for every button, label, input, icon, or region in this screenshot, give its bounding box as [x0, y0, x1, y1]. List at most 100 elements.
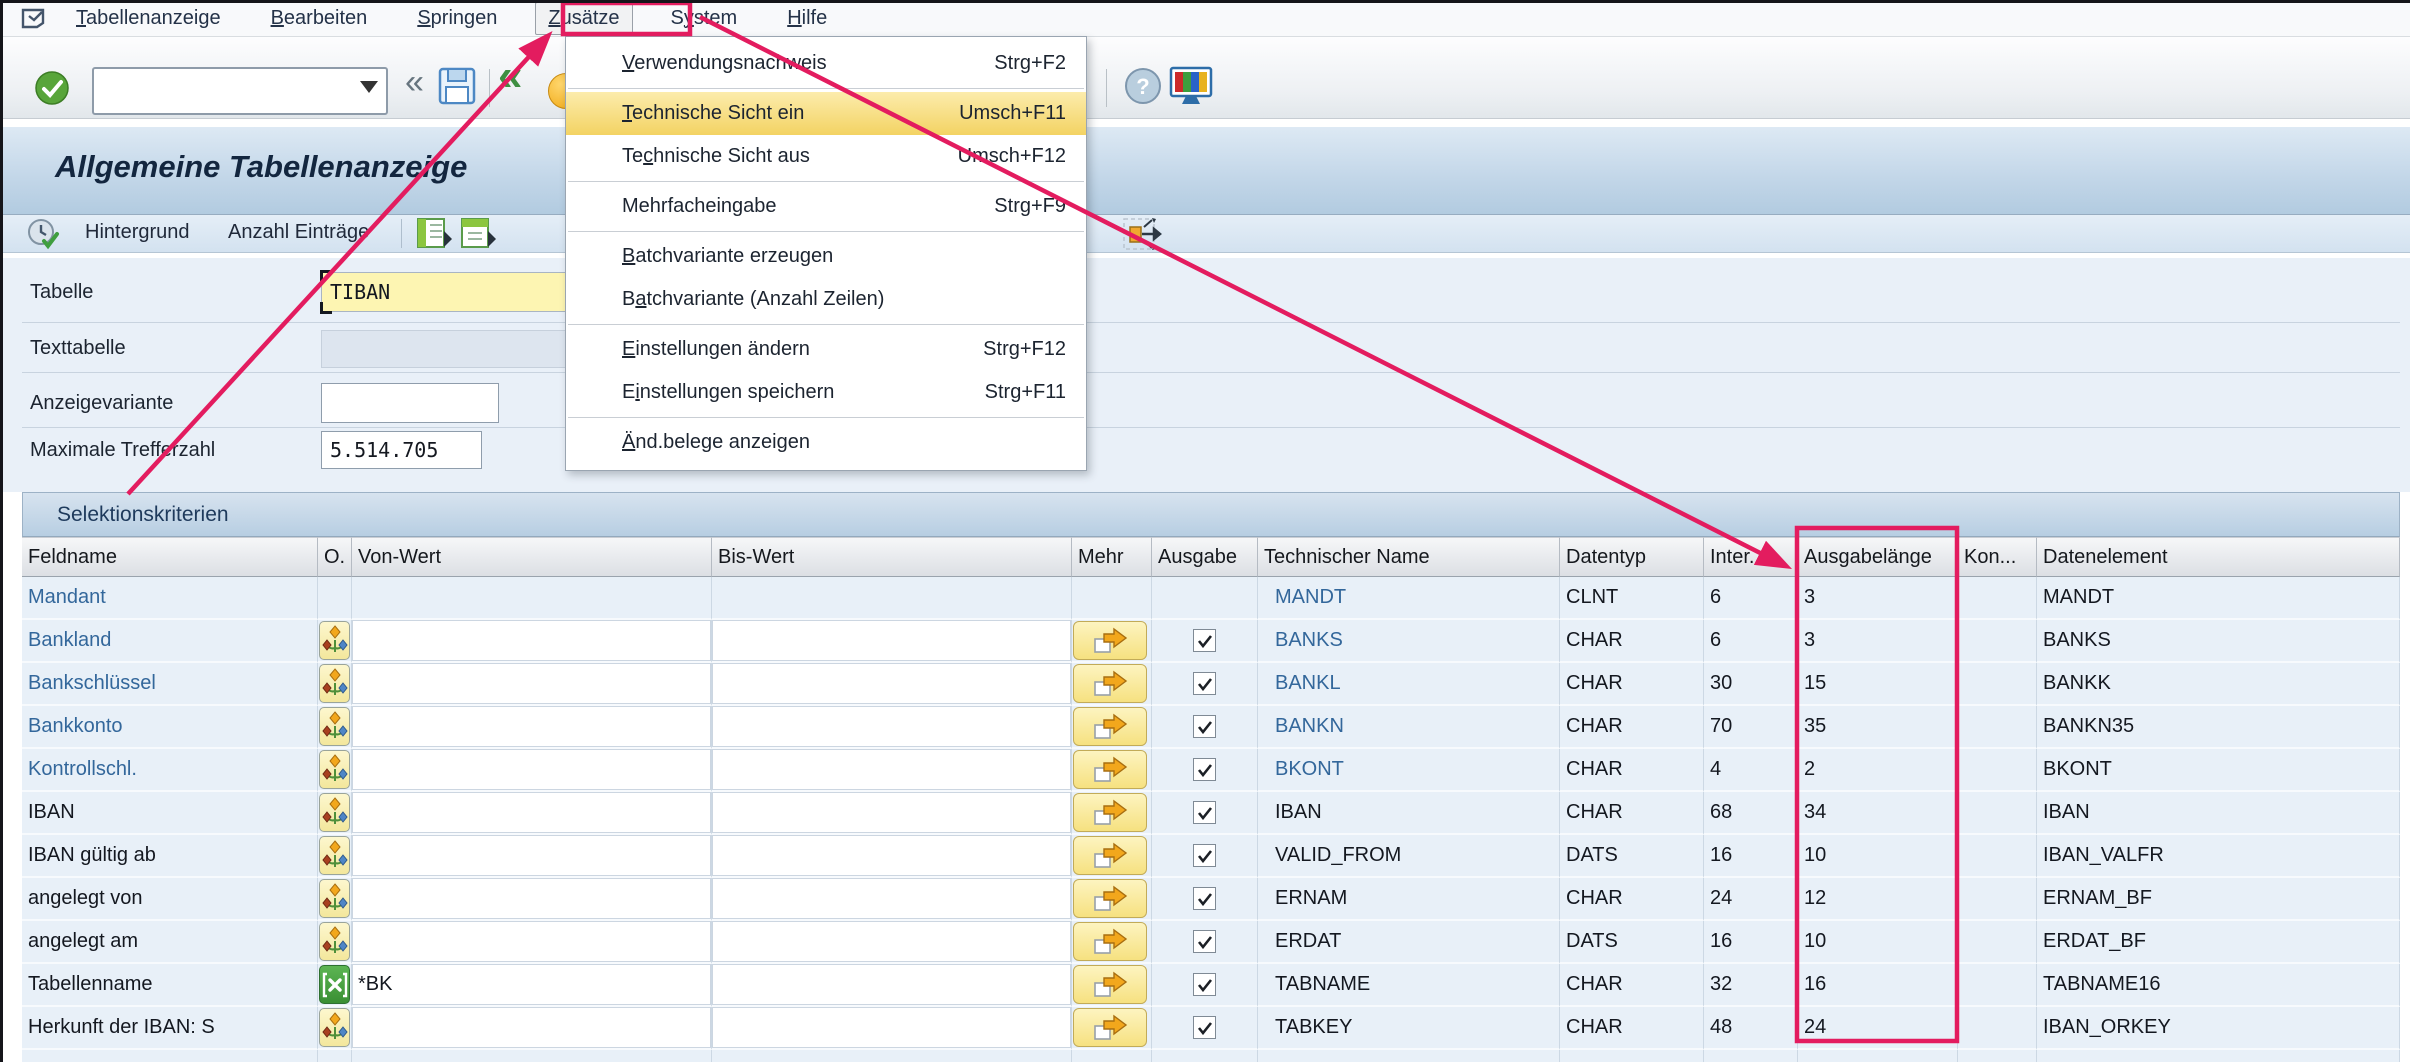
multiple-selection-icon[interactable] [319, 879, 350, 918]
bis-wert-cell[interactable] [712, 835, 1072, 878]
mehr-selection-button[interactable] [1073, 621, 1147, 660]
help-icon[interactable]: ? [1124, 67, 1162, 110]
menu-item-mehrfacheingabe[interactable]: MehrfacheingabeStrg+F9 [566, 185, 1086, 228]
bis-wert-cell[interactable] [712, 792, 1072, 835]
column-header-ausgabelnge: Ausgabelänge [1798, 537, 1958, 577]
new-session-monitor-icon[interactable] [1168, 65, 1214, 112]
von-wert-cell[interactable] [352, 921, 712, 964]
ausgabe-checkbox[interactable] [1193, 715, 1216, 738]
bis-wert-cell[interactable] [712, 706, 1072, 749]
von-wert-cell[interactable]: *BK [352, 964, 712, 1007]
mehr-selection-button[interactable] [1073, 793, 1147, 832]
von-wert-cell[interactable] [352, 663, 712, 706]
bis-wert-cell[interactable] [712, 663, 1072, 706]
cell-selection-option [318, 749, 352, 792]
menu-item-einstellungen-ndern[interactable]: Einstellungen ändernStrg+F12 [566, 328, 1086, 371]
menu-item-verwendungsnachweis[interactable]: VerwendungsnachweisStrg+F2 [566, 42, 1086, 85]
cell-technischer-name: BANKS [1258, 620, 1560, 663]
ausgabe-checkbox[interactable] [1193, 887, 1216, 910]
von-wert-cell[interactable] [352, 792, 712, 835]
table-arrow-icon-1[interactable] [416, 217, 454, 255]
table-header-row: FeldnameO.Von-WertBis-WertMehrAusgabeTec… [22, 537, 2400, 577]
multiple-selection-icon[interactable] [319, 707, 350, 746]
mehr-selection-button[interactable] [1073, 836, 1147, 875]
bis-wert-cell[interactable] [712, 620, 1072, 663]
anzahl-eintraege-button[interactable]: Anzahl Einträge [228, 221, 369, 244]
mehr-selection-button[interactable] [1073, 664, 1147, 703]
save-icon[interactable] [436, 65, 478, 112]
table-arrow-icon-2[interactable] [460, 217, 498, 255]
cell-mehr [1072, 577, 1152, 620]
menu-item-shortcut: Strg+F9 [994, 195, 1066, 218]
multiple-selection-icon[interactable] [319, 793, 350, 832]
command-field[interactable] [92, 67, 388, 115]
cell-selection-option [318, 577, 352, 620]
table-row: BankschlüsselBANKLCHAR3015BANKK [22, 663, 2400, 706]
ausgabe-checkbox[interactable] [1193, 1016, 1216, 1039]
ausgabe-checkbox[interactable] [1193, 973, 1216, 996]
bis-wert-cell[interactable] [712, 921, 1072, 964]
menubar-item-bearbeiten[interactable]: Bearbeiten [259, 3, 380, 34]
menu-item-technische-sicht-aus[interactable]: Technische Sicht ausUmsch+F12 [566, 135, 1086, 178]
bis-wert-cell [712, 577, 1072, 620]
mehr-selection-button[interactable] [1073, 879, 1147, 918]
menu-item-batchvariante-anzahl-zeilen-[interactable]: Batchvariante (Anzahl Zeilen) [566, 278, 1086, 321]
back-icon[interactable]: « [498, 51, 522, 101]
menu-item-label: Einstellungen ändern [622, 338, 810, 361]
bis-wert-cell[interactable] [712, 749, 1072, 792]
mehr-selection-button[interactable] [1073, 965, 1147, 1004]
menubar-item-tabellenanzeige[interactable]: Tabellenanzeige [64, 3, 233, 34]
ausgabe-checkbox[interactable] [1193, 930, 1216, 953]
mehr-selection-button[interactable] [1073, 707, 1147, 746]
ausgabe-checkbox[interactable] [1193, 758, 1216, 781]
exclude-selection-icon[interactable] [319, 965, 350, 1004]
von-wert-cell[interactable] [352, 1007, 712, 1050]
mehr-selection-button[interactable] [1073, 750, 1147, 789]
menubar-item-springen[interactable]: Springen [405, 3, 509, 34]
menu-item-shortcut: Strg+F11 [985, 381, 1066, 404]
hintergrund-button[interactable]: Hintergrund [85, 221, 190, 244]
collapse-chevrons-icon[interactable]: « [405, 63, 424, 102]
menu-item--nd-belege-anzeigen[interactable]: Änd.belege anzeigen [566, 421, 1086, 464]
ausgabe-checkbox[interactable] [1193, 844, 1216, 867]
menu-item-einstellungen-speichern[interactable]: Einstellungen speichernStrg+F11 [566, 371, 1086, 414]
von-wert-cell[interactable] [352, 749, 712, 792]
menu-item-label: Batchvariante (Anzahl Zeilen) [622, 288, 884, 311]
multiple-selection-icon[interactable] [319, 1008, 350, 1047]
command-dropdown-arrow-icon[interactable] [360, 81, 378, 93]
cell-konvexit [1958, 663, 2037, 706]
bis-wert-cell[interactable] [712, 878, 1072, 921]
multiple-selection-icon[interactable] [319, 621, 350, 660]
multiple-selection-icon[interactable] [319, 836, 350, 875]
menubar-item-system[interactable]: System [659, 3, 750, 34]
system-menu-icon[interactable] [20, 6, 50, 30]
ok-check-icon[interactable] [34, 70, 70, 111]
anzeigevariante-input[interactable] [321, 383, 499, 423]
cell-feldname: Bankschlüssel [22, 663, 318, 706]
cell-datenelement: IBAN [2037, 792, 2400, 835]
von-wert-cell[interactable] [352, 706, 712, 749]
toolbar-separator-2 [1106, 69, 1107, 107]
menubar-item-hilfe[interactable]: Hilfe [775, 3, 839, 34]
ausgabe-checkbox[interactable] [1193, 801, 1216, 824]
multiple-selection-icon[interactable] [319, 922, 350, 961]
von-wert-cell[interactable] [352, 835, 712, 878]
ausgabe-checkbox[interactable] [1193, 672, 1216, 695]
bis-wert-cell[interactable] [712, 964, 1072, 1007]
menu-item-batchvariante-erzeugen[interactable]: Batchvariante erzeugen [566, 235, 1086, 278]
menubar-item-zustze[interactable]: Zusätze [535, 2, 632, 35]
cell-datenelement: MANDT [2037, 577, 2400, 620]
multiple-selection-icon[interactable] [319, 750, 350, 789]
execute-background-clock-icon[interactable] [26, 217, 60, 256]
menu-item-technische-sicht-ein[interactable]: Technische Sicht einUmsch+F11 [566, 92, 1086, 135]
multiple-selection-icon[interactable] [319, 664, 350, 703]
mehr-selection-button[interactable] [1073, 922, 1147, 961]
von-wert-cell[interactable] [352, 620, 712, 663]
maximale-trefferzahl-input[interactable]: 5.514.705 [321, 431, 482, 469]
ausgabe-checkbox[interactable] [1193, 629, 1216, 652]
selection-form: Tabelle TIBAN Texttabelle Anzeigevariant… [0, 258, 2410, 492]
von-wert-cell[interactable] [352, 878, 712, 921]
distribute-icon[interactable] [1122, 217, 1166, 256]
mehr-selection-button[interactable] [1073, 1008, 1147, 1047]
bis-wert-cell[interactable] [712, 1007, 1072, 1050]
